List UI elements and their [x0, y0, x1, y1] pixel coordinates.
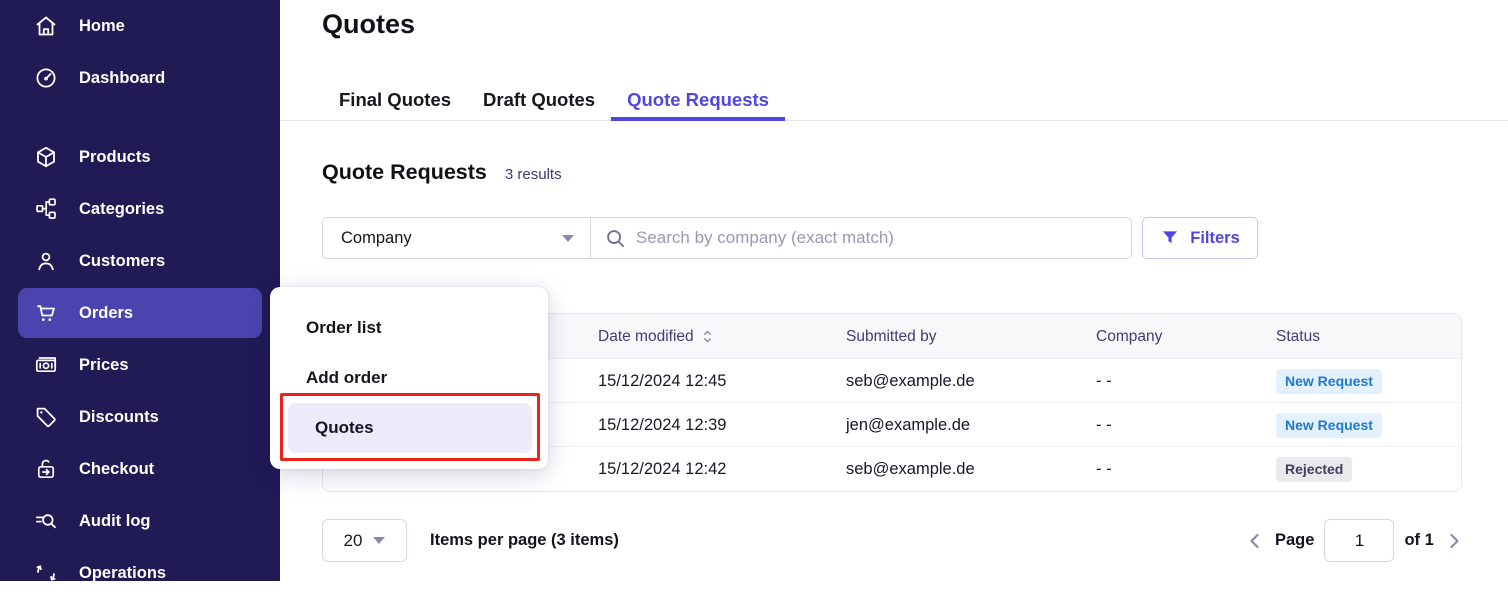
checkout-icon: [34, 457, 58, 481]
cell-company: - -: [1096, 447, 1112, 491]
filters-button-label: Filters: [1190, 229, 1240, 248]
cell-date-modified: 15/12/2024 12:39: [598, 403, 726, 447]
page-title: Quotes: [322, 9, 415, 40]
status-badge: New Request: [1276, 369, 1382, 394]
categories-icon: [34, 197, 58, 221]
customers-icon: [34, 249, 58, 273]
sidebar-item-home[interactable]: Home: [0, 0, 280, 52]
products-icon: [34, 145, 58, 169]
sidebar-item-operations[interactable]: Operations: [0, 547, 280, 599]
cell-submitted-by: seb@example.de: [846, 359, 975, 403]
discounts-icon: [34, 405, 58, 429]
operations-icon: [34, 561, 58, 585]
sidebar-item-label: Operations: [79, 564, 166, 583]
search-filter-group: Company: [322, 217, 1132, 259]
next-page-icon[interactable]: [1444, 531, 1464, 551]
sidebar-item-products[interactable]: Products: [0, 131, 280, 183]
status-badge: Rejected: [1276, 457, 1352, 482]
page-of-label: of 1: [1404, 531, 1433, 550]
cell-status: New Request: [1276, 403, 1382, 447]
dashboard-icon: [34, 66, 58, 90]
cell-company: - -: [1096, 403, 1112, 447]
tab-final-quotes[interactable]: Final Quotes: [323, 85, 467, 121]
search-icon: [605, 228, 626, 249]
sidebar-item-label: Categories: [79, 200, 164, 219]
chevron-down-icon: [373, 537, 385, 544]
menu-item-quotes[interactable]: Quotes: [288, 403, 532, 453]
search-type-value: Company: [341, 229, 412, 248]
cell-date-modified: 15/12/2024 12:45: [598, 359, 726, 403]
results-count: 3 results: [505, 166, 562, 183]
sidebar-item-orders[interactable]: Orders: [18, 288, 262, 338]
sidebar-item-customers[interactable]: Customers: [0, 235, 280, 287]
home-icon: [34, 14, 58, 38]
sidebar-item-label: Discounts: [79, 408, 159, 427]
section-title: Quote Requests: [322, 160, 487, 185]
filter-funnel-icon: [1160, 228, 1180, 248]
cell-status: New Request: [1276, 359, 1382, 403]
sidebar-item-label: Audit log: [79, 512, 150, 531]
sidebar-item-categories[interactable]: Categories: [0, 183, 280, 235]
sidebar-item-audit-log[interactable]: Audit log: [0, 495, 280, 547]
items-per-page-label: Items per page (3 items): [430, 519, 619, 562]
column-header-company: Company: [1096, 314, 1162, 359]
menu-item-add-order[interactable]: Add order: [306, 368, 387, 388]
audit-log-icon: [34, 509, 58, 533]
sidebar: Home Dashboard Products Categories Custo…: [0, 0, 280, 581]
cell-company: - -: [1096, 359, 1112, 403]
page-label: Page: [1275, 531, 1314, 550]
column-header-date-modified[interactable]: Date modified: [598, 314, 714, 359]
sidebar-item-label: Home: [79, 17, 125, 36]
tab-quote-requests[interactable]: Quote Requests: [611, 85, 785, 121]
menu-item-order-list[interactable]: Order list: [306, 318, 382, 338]
previous-page-icon[interactable]: [1245, 531, 1265, 551]
sidebar-item-label: Prices: [79, 356, 129, 375]
cell-submitted-by: jen@example.de: [846, 403, 970, 447]
orders-flyout-menu: Order list Add order Quotes: [270, 287, 548, 469]
sort-icon[interactable]: [701, 329, 714, 344]
search-field-wrap: [591, 218, 1131, 258]
column-header-status: Status: [1276, 314, 1320, 359]
chevron-down-icon: [562, 235, 574, 242]
sidebar-item-checkout[interactable]: Checkout: [0, 443, 280, 495]
sidebar-item-label: Checkout: [79, 460, 154, 479]
items-per-page-select[interactable]: 20: [322, 519, 407, 562]
sidebar-item-dashboard[interactable]: Dashboard: [0, 52, 280, 104]
column-header-submitted-by: Submitted by: [846, 314, 936, 359]
pager: Page of 1: [1245, 519, 1464, 562]
orders-icon: [34, 301, 58, 325]
sidebar-item-label: Customers: [79, 252, 165, 271]
sidebar-item-label: Dashboard: [79, 69, 165, 88]
tab-draft-quotes[interactable]: Draft Quotes: [467, 85, 611, 121]
section-header: Quote Requests 3 results: [322, 160, 562, 185]
status-badge: New Request: [1276, 413, 1382, 438]
cell-status: Rejected: [1276, 447, 1352, 491]
sidebar-item-prices[interactable]: Prices: [0, 339, 280, 391]
sidebar-item-discounts[interactable]: Discounts: [0, 391, 280, 443]
cell-date-modified: 15/12/2024 12:42: [598, 447, 726, 491]
filters-button[interactable]: Filters: [1142, 217, 1258, 259]
sidebar-item-label: Products: [79, 148, 151, 167]
page-number-input[interactable]: [1324, 519, 1394, 562]
search-type-select[interactable]: Company: [323, 218, 591, 258]
tab-bar: Final Quotes Draft Quotes Quote Requests: [280, 85, 1508, 121]
search-input[interactable]: [636, 228, 1117, 248]
cell-submitted-by: seb@example.de: [846, 447, 975, 491]
prices-icon: [34, 353, 58, 377]
items-per-page-value: 20: [344, 531, 363, 551]
sidebar-item-label: Orders: [79, 304, 133, 323]
